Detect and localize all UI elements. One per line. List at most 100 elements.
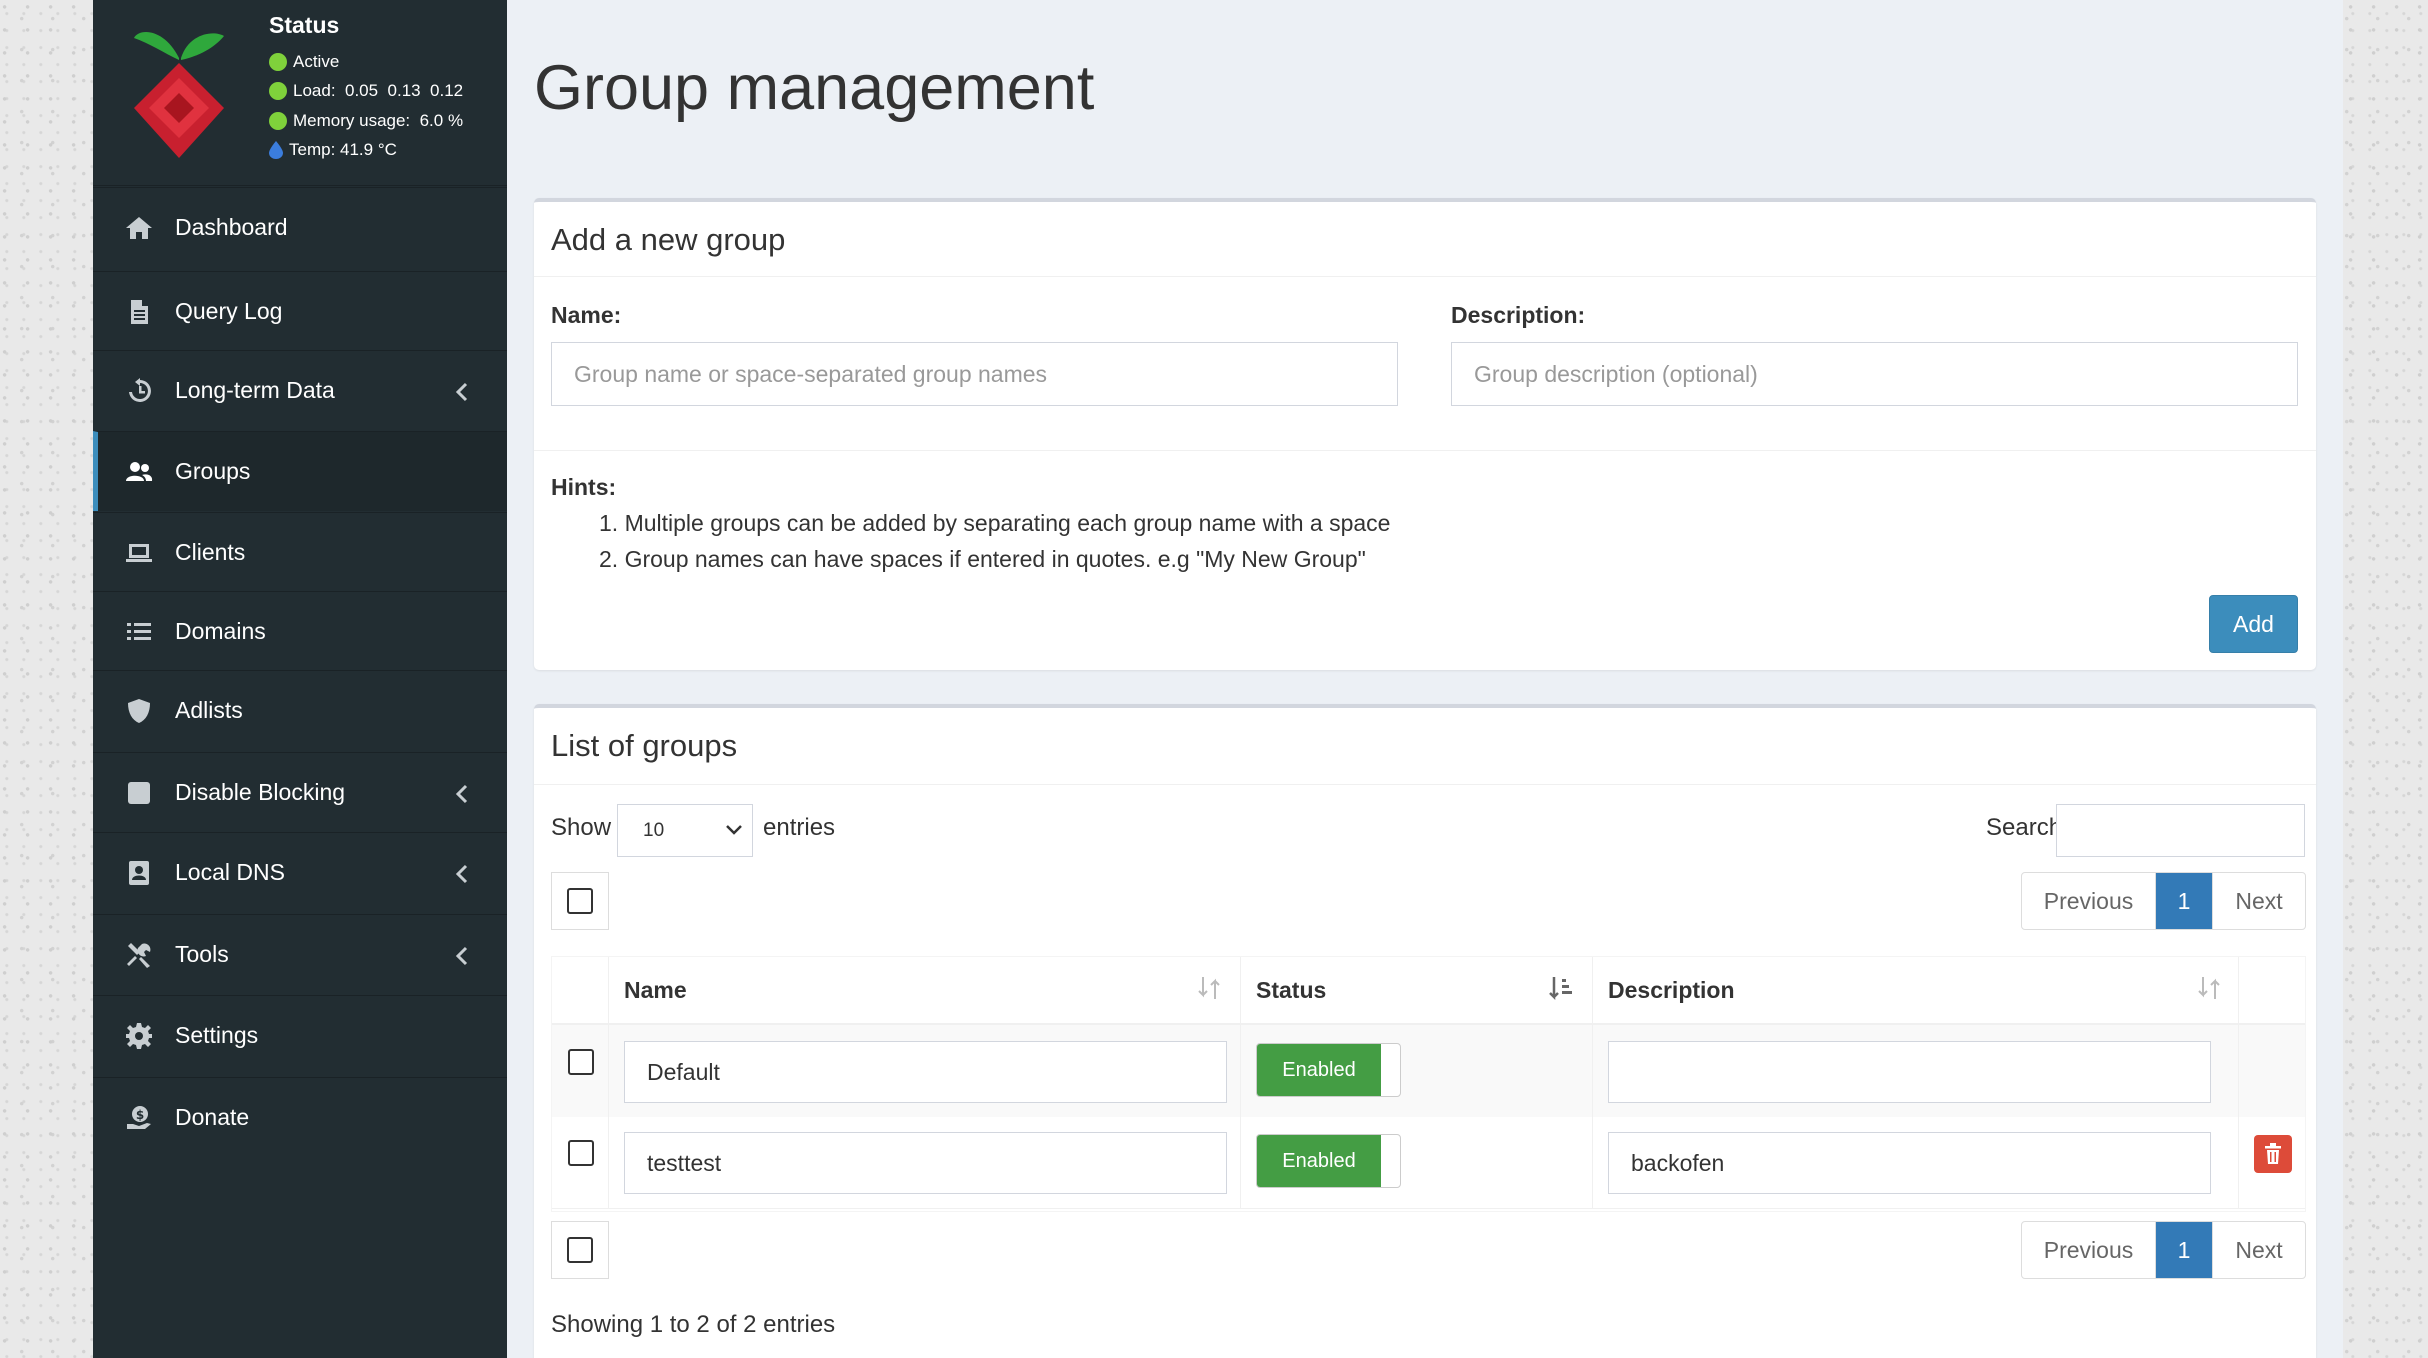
previous-button[interactable]: Previous (2022, 1222, 2156, 1278)
main-content: Group management Add a new group Name: G… (507, 0, 2343, 1358)
status-load: Load: 0.05 0.13 0.12 (269, 81, 463, 101)
stop-icon (123, 777, 155, 809)
col-divider (1592, 957, 1593, 1209)
nav-disable-blocking[interactable]: Disable Blocking (93, 752, 507, 832)
nav-adlists[interactable]: Adlists (93, 670, 507, 750)
name-label: Name: (551, 302, 622, 328)
status-enabled-label: Enabled (1257, 1044, 1381, 1096)
show-label: Show (551, 814, 612, 841)
nav-label: Adlists (175, 697, 243, 723)
svg-text:$: $ (136, 1108, 144, 1122)
users-icon (123, 456, 155, 488)
box-divider (534, 450, 2316, 451)
nav-clients[interactable]: Clients (93, 512, 507, 592)
nav-tools[interactable]: Tools (93, 914, 507, 994)
status-enabled-label: Enabled (1257, 1135, 1381, 1187)
status-temp-text: Temp: 41.9 °C (289, 140, 397, 159)
nav-label: Donate (175, 1104, 250, 1130)
file-icon (123, 296, 155, 328)
entries-label: entries (763, 814, 836, 841)
select-all-checkbox[interactable] (567, 888, 593, 914)
page-title: Group management (534, 53, 1095, 123)
nav-groups[interactable]: Groups (93, 431, 507, 511)
nav-query-log[interactable]: Query Log (93, 271, 507, 351)
col-header-name[interactable]: Name (624, 977, 687, 1004)
nav-label: Tools (175, 941, 229, 967)
select-all-top[interactable] (551, 872, 609, 930)
load-dot-icon (269, 82, 287, 100)
chevron-left-icon (455, 381, 469, 401)
group-list-title: List of groups (551, 728, 738, 763)
pagination-bottom: Previous 1 Next (2021, 1221, 2306, 1279)
select-all-bottom[interactable] (551, 1221, 609, 1279)
box-divider (534, 276, 2316, 277)
status-title: Status (269, 12, 340, 38)
row-checkbox[interactable] (568, 1140, 594, 1166)
status-active-text: Active (293, 52, 340, 71)
delete-button[interactable] (2254, 1135, 2292, 1173)
temperature-drop-icon (269, 141, 283, 159)
entries-select[interactable]: 10 (617, 804, 753, 857)
status-toggle[interactable]: Enabled (1256, 1134, 1401, 1188)
entries-value: 10 (643, 819, 665, 841)
nav-label: Groups (175, 458, 251, 484)
add-group-title: Add a new group (551, 222, 786, 257)
tools-icon (123, 939, 155, 971)
nav-domains[interactable]: Domains (93, 591, 507, 671)
table-header-row (552, 957, 2305, 1025)
nav-label: Clients (175, 539, 246, 565)
col-header-description[interactable]: Description (1608, 977, 1735, 1004)
status-toggle[interactable]: Enabled (1256, 1043, 1401, 1097)
donate-icon: $ (123, 1102, 155, 1134)
sort-icon[interactable] (2196, 975, 2222, 1001)
groups-table: Name Status Description Default Enabled … (551, 956, 2306, 1212)
nav-local-dns[interactable]: Local DNS (93, 832, 507, 912)
address-book-icon (123, 857, 155, 889)
status-memory: Memory usage: 6.0 % (269, 111, 463, 131)
group-description-field[interactable]: backofen (1608, 1132, 2211, 1194)
group-description-field[interactable] (1608, 1041, 2211, 1103)
row-checkbox[interactable] (568, 1049, 594, 1075)
nav-donate[interactable]: $ Donate (93, 1077, 507, 1157)
nav-dashboard[interactable]: Dashboard (93, 187, 507, 267)
add-button[interactable]: Add (2209, 595, 2298, 653)
box-divider (534, 784, 2316, 785)
list-icon (123, 616, 155, 648)
sort-icon[interactable] (1196, 975, 1222, 1001)
group-name-field[interactable]: testtest (624, 1132, 1227, 1194)
chevron-left-icon (455, 945, 469, 965)
sort-ascending-icon[interactable] (1548, 975, 1574, 1001)
showing-entries-info: Showing 1 to 2 of 2 entries (551, 1311, 836, 1338)
history-icon (123, 375, 155, 407)
group-description-input[interactable]: Group description (optional) (1451, 342, 2298, 406)
group-name-input[interactable]: Group name or space-separated group name… (551, 342, 1398, 406)
chevron-left-icon (455, 863, 469, 883)
nav-settings[interactable]: Settings (93, 995, 507, 1075)
nav-label: Long-term Data (175, 377, 335, 403)
nav-label: Settings (175, 1022, 259, 1048)
hint-2: 2. Group names can have spaces if entere… (599, 546, 1366, 572)
col-header-status[interactable]: Status (1256, 977, 1326, 1004)
select-all-checkbox[interactable] (567, 1237, 593, 1263)
nav-label: Domains (175, 618, 266, 644)
page-1-button[interactable]: 1 (2156, 1222, 2213, 1278)
status-temp: Temp: 41.9 °C (269, 140, 397, 160)
laptop-icon (123, 537, 155, 569)
col-divider (2238, 957, 2239, 1209)
nav-label: Query Log (175, 298, 283, 324)
previous-button[interactable]: Previous (2022, 873, 2156, 929)
hints-label: Hints: (551, 474, 617, 500)
next-button[interactable]: Next (2213, 873, 2305, 929)
group-list-box: List of groups Show 10 entries Search: P… (534, 704, 2316, 1358)
nav-label: Dashboard (175, 214, 288, 240)
group-name-field[interactable]: Default (624, 1041, 1227, 1103)
nav-long-term-data[interactable]: Long-term Data (93, 350, 507, 430)
search-input[interactable] (2056, 804, 2305, 857)
add-group-box: Add a new group Name: Group name or spac… (534, 198, 2316, 670)
next-button[interactable]: Next (2213, 1222, 2305, 1278)
pagination-top: Previous 1 Next (2021, 872, 2306, 930)
status-active: Active (269, 52, 339, 72)
page-1-button[interactable]: 1 (2156, 873, 2213, 929)
nav-label: Disable Blocking (175, 779, 346, 805)
status-memory-text: Memory usage: 6.0 % (293, 111, 464, 130)
